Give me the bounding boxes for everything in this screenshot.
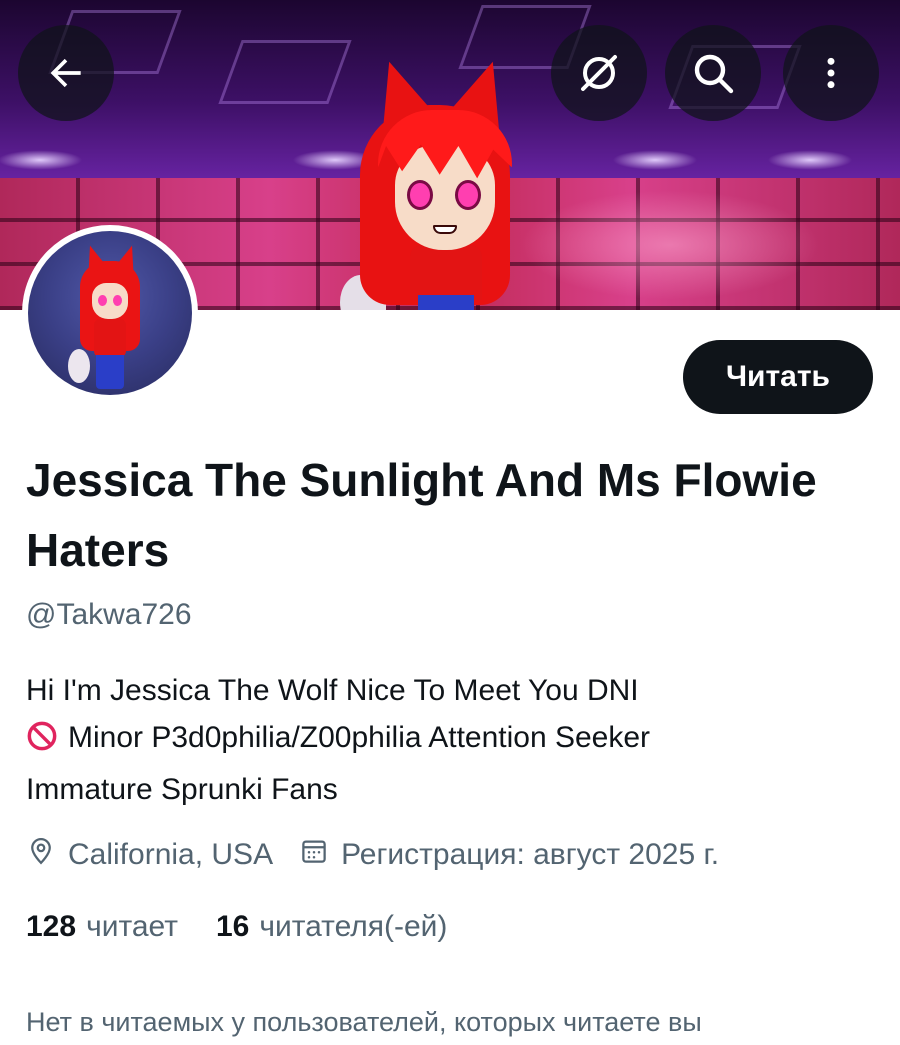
avatar[interactable] <box>22 225 198 401</box>
display-name: Jessica The Sunlight And Ms Flowie Hater… <box>26 454 817 576</box>
prohibited-icon <box>26 719 58 766</box>
profile-meta: California, USA Регистрация: август 2025… <box>26 836 719 874</box>
follow-button[interactable]: Читать <box>683 340 873 414</box>
more-button[interactable] <box>783 25 879 121</box>
location: California, USA <box>26 836 273 874</box>
bio-line: Minor P3d0philia/Z00philia Attention See… <box>26 714 886 766</box>
followers-label: читателя(-ей) <box>259 910 448 943</box>
following-label: читает <box>86 910 178 943</box>
search-icon <box>689 49 737 97</box>
banner-glow <box>520 190 820 300</box>
location-text: California, USA <box>68 838 274 871</box>
location-pin-icon <box>26 836 68 874</box>
search-button[interactable] <box>665 25 761 121</box>
following-link[interactable]: 128 читает <box>26 910 178 944</box>
followers-link[interactable]: 16 читателя(-ей) <box>216 910 447 944</box>
profile-bio: Hi I'm Jessica The Wolf Nice To Meet You… <box>26 667 886 813</box>
username-handle: @Takwa726 <box>26 598 192 631</box>
avatar-image <box>28 231 192 395</box>
bio-line-text: Minor P3d0philia/Z00philia Attention See… <box>68 721 651 754</box>
banner-character <box>340 50 550 310</box>
hide-button[interactable] <box>551 25 647 121</box>
arrow-left-icon <box>44 51 88 95</box>
more-vertical-icon <box>811 51 851 95</box>
following-count: 128 <box>26 910 77 943</box>
banner-decoration <box>218 40 352 104</box>
calendar-icon <box>299 836 341 874</box>
bio-line: Immature Sprunki Fans <box>26 773 338 806</box>
eye-slash-icon <box>575 49 623 97</box>
bio-line: Hi I'm Jessica The Wolf Nice To Meet You… <box>26 674 639 707</box>
follow-stats: 128 читает 16 читателя(-ей) <box>26 910 447 944</box>
followers-count: 16 <box>215 910 250 943</box>
followers-you-know: Нет в читаемых у пользователей, которых … <box>26 1007 702 1037</box>
join-date-text: Регистрация: август 2025 г. <box>341 838 720 871</box>
join-date: Регистрация: август 2025 г. <box>299 836 719 874</box>
back-button[interactable] <box>18 25 114 121</box>
